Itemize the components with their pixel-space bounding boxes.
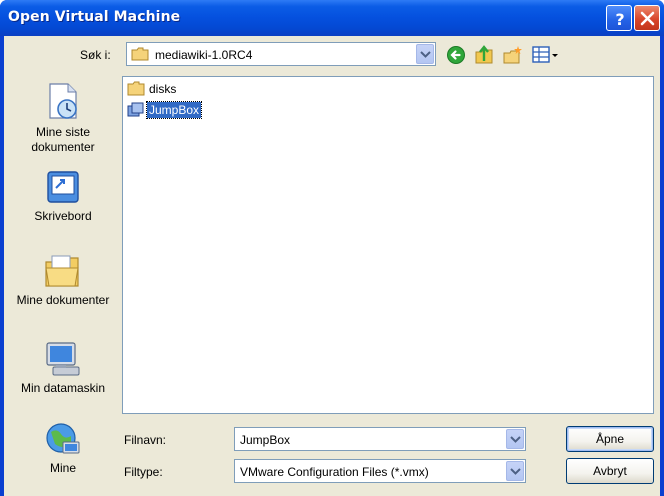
file-name: JumpBox	[145, 101, 203, 119]
folder-icon	[131, 47, 149, 61]
filetype-dropdown-button[interactable]	[506, 461, 524, 481]
filename-value: JumpBox	[240, 433, 291, 447]
file-list[interactable]: disks JumpBox	[122, 76, 654, 414]
cancel-button[interactable]: Avbryt	[566, 458, 654, 484]
close-icon	[640, 11, 655, 26]
filename-label: Filnavn:	[124, 433, 167, 447]
network-places-icon	[46, 423, 80, 454]
look-in-label: Søk i:	[80, 48, 111, 62]
place-label: Mine dokumenter	[16, 293, 110, 307]
my-documents-icon	[45, 255, 79, 287]
chevron-down-icon	[510, 468, 521, 475]
virtual-machine-icon	[127, 102, 144, 117]
place-network[interactable]: Mine	[10, 420, 116, 476]
up-folder-icon[interactable]	[474, 45, 494, 65]
place-my-computer[interactable]: Min datamaskin	[10, 340, 116, 396]
close-button[interactable]	[634, 5, 660, 31]
open-button[interactable]: Åpne	[566, 426, 654, 452]
help-button[interactable]: ?	[606, 5, 632, 31]
filetype-select[interactable]: VMware Configuration Files (*.vmx)	[234, 459, 526, 483]
look-in-combo[interactable]: mediawiki-1.0RC4	[126, 42, 436, 66]
chevron-down-icon	[510, 436, 521, 443]
new-folder-icon[interactable]	[502, 45, 524, 65]
file-name: disks	[149, 82, 177, 96]
place-label: Mine	[49, 461, 76, 475]
help-icon: ?	[615, 10, 624, 29]
title-bar[interactable]: Open Virtual Machine ?	[0, 0, 664, 36]
places-bar: Mine siste dokumenter Skrivebord Mine do…	[10, 76, 116, 488]
desktop-icon	[47, 171, 79, 203]
look-in-value: mediawiki-1.0RC4	[155, 48, 253, 62]
open-dialog-window: Open Virtual Machine ? Søk i: mediawiki-…	[0, 0, 664, 496]
folder-icon	[127, 81, 145, 96]
my-computer-icon	[46, 342, 80, 376]
chevron-down-icon	[420, 51, 431, 58]
place-recent-documents[interactable]: Mine siste dokumenter	[10, 82, 116, 155]
filetype-value: VMware Configuration Files (*.vmx)	[240, 465, 429, 479]
place-label: Min datamaskin	[20, 381, 106, 395]
filename-field[interactable]: JumpBox	[234, 427, 526, 451]
place-label: Mine siste dokumenter	[31, 125, 95, 154]
place-desktop[interactable]: Skrivebord	[10, 168, 116, 224]
back-icon[interactable]	[446, 45, 466, 65]
look-in-dropdown-button[interactable]	[416, 44, 434, 64]
dialog-body: Søk i: mediawiki-1.0RC4 Mine siste dokum…	[4, 36, 660, 496]
recent-documents-icon	[49, 83, 77, 119]
svg-text:?: ?	[615, 10, 624, 29]
view-menu-icon[interactable]	[532, 45, 560, 65]
window-title: Open Virtual Machine	[8, 9, 181, 25]
place-label: Skrivebord	[34, 209, 92, 223]
filetype-label: Filtype:	[124, 465, 163, 479]
filename-dropdown-button[interactable]	[506, 429, 524, 449]
place-my-documents[interactable]: Mine dokumenter	[10, 252, 116, 308]
